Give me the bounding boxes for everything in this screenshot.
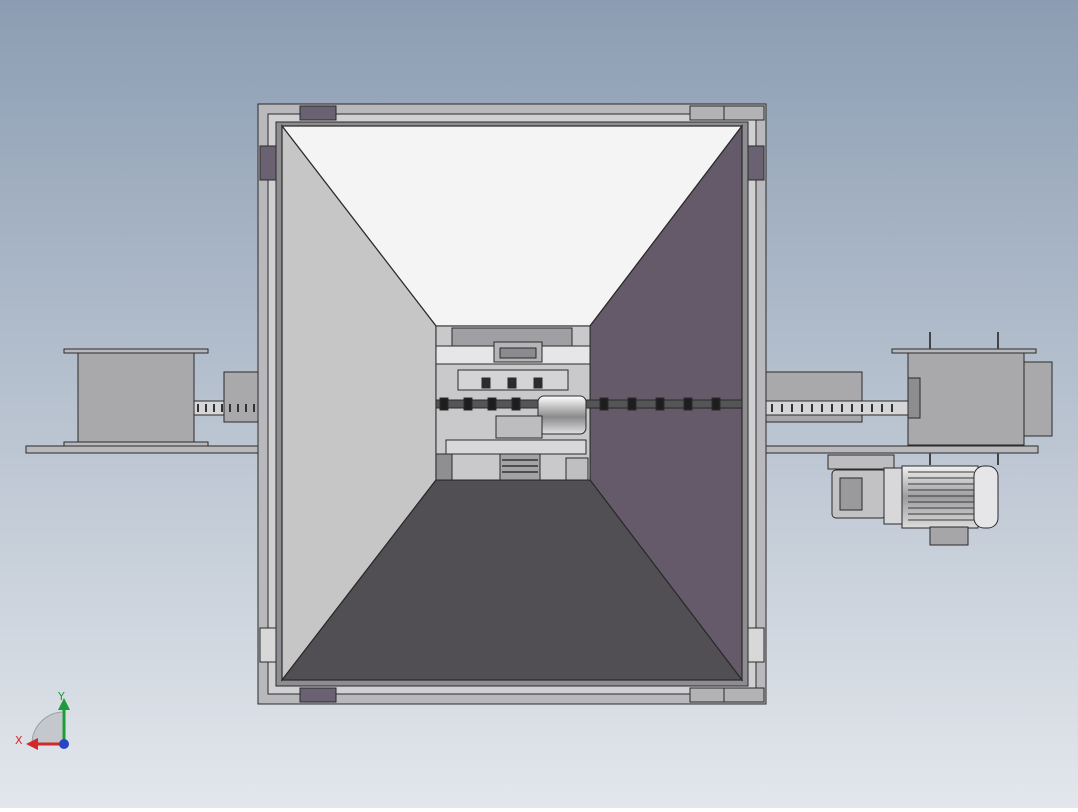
y-axis-label: Y — [57, 690, 65, 703]
right-rail — [765, 400, 909, 416]
lower-left-stop — [435, 453, 453, 481]
left-housing-bottom-flange — [63, 441, 209, 447]
right-housing — [907, 352, 1025, 446]
z-axis-marker — [59, 739, 69, 749]
center-bracket-inset — [499, 347, 537, 359]
right-housing-top-flange — [891, 348, 1037, 354]
spring-column — [499, 453, 541, 481]
gearbox-flange — [839, 477, 863, 511]
lower-crossbar — [445, 439, 587, 455]
lower-bracket — [495, 415, 543, 439]
right-coupling — [907, 377, 921, 419]
x-axis-label: X — [15, 734, 23, 747]
motor-terminal-box — [929, 526, 969, 546]
left-base-plate — [25, 445, 263, 454]
motor-mount — [827, 454, 895, 470]
drive-roller — [537, 395, 587, 435]
left-housing-top-flange — [63, 348, 209, 354]
right-base-plate — [765, 445, 1039, 454]
lower-right-stop — [565, 457, 589, 481]
motor-body — [901, 465, 979, 529]
assembly-drawing[interactable]: Y X — [0, 0, 1078, 808]
right-end-cap — [1023, 361, 1053, 437]
cad-viewport[interactable]: Y X — [0, 0, 1078, 808]
left-bearing-block — [223, 371, 261, 423]
drive-shaft — [435, 399, 743, 409]
left-housing — [77, 352, 195, 446]
motor-fan-cover — [973, 465, 999, 529]
